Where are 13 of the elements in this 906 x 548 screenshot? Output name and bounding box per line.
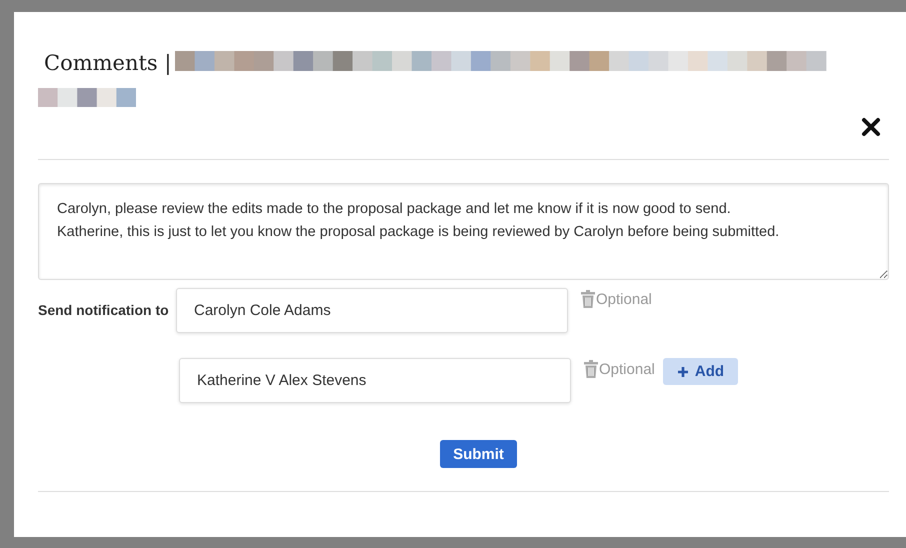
field-label: Send notification to <box>38 301 170 318</box>
plus-icon <box>676 366 689 378</box>
trash-icon[interactable] <box>581 290 595 308</box>
close-icon[interactable] <box>861 117 881 137</box>
recipient-field[interactable]: Carolyn Cole Adams <box>176 288 568 333</box>
submit-button[interactable]: Submit <box>440 440 517 468</box>
optional-label: Optional <box>599 360 655 378</box>
comment-field[interactable]: Carolyn, please review the edits made to the proposal package and let me know if it is now good to send. Katherine, this is just to let you know the proposal package is being reviewed by Carolyn before being submitted. <box>38 183 889 280</box>
recipient-field[interactable]: Katherine V Alex Stevens <box>179 358 571 403</box>
dialog-title: Comments | <box>44 51 172 75</box>
optional-label: Optional <box>596 290 652 308</box>
add-button[interactable]: Add <box>662 358 738 385</box>
trash-icon[interactable] <box>584 360 598 378</box>
